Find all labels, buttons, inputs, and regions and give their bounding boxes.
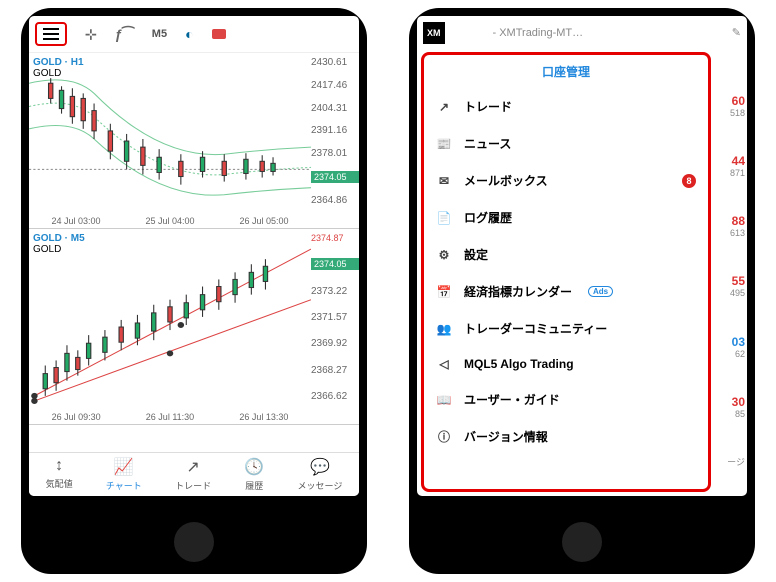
record-icon[interactable]	[212, 29, 226, 39]
history-icon: 🕓	[244, 457, 264, 477]
account-management-link[interactable]: 口座管理	[424, 55, 708, 88]
crosshair-icon[interactable]: ⊹	[85, 26, 97, 43]
menu-icon: 📄	[436, 211, 452, 225]
price-tag: 2374.05	[311, 258, 359, 270]
x-axis: 26 Jul 09:3026 Jul 11:3026 Jul 13:30	[29, 410, 311, 424]
chart-m5[interactable]: GOLD · M5GOLD	[29, 229, 359, 425]
menu-icon: 📅	[436, 285, 452, 299]
menu-item-1[interactable]: 📰 ニュース	[432, 125, 700, 162]
tab-messages[interactable]: 💬メッセージ	[298, 457, 343, 492]
background-quotes: 6051844871886135549503623085ージ	[717, 76, 745, 486]
menu-item-6[interactable]: 👥 トレーダーコミュニティー	[432, 310, 700, 347]
menu-label: メールボックス	[464, 172, 548, 189]
chart-icon: 📈	[114, 457, 134, 477]
menu-icon: 📖	[436, 393, 452, 407]
y-axis: 2374.87 2374.05 2373.222371.572369.92236…	[311, 229, 359, 406]
menu-item-5[interactable]: 📅 経済指標カレンダー Ads	[432, 273, 700, 310]
menu-label: トレード	[464, 98, 512, 115]
menu-icon: 👥	[436, 322, 452, 336]
menu-label: 設定	[464, 246, 488, 263]
side-menu: ↗ トレード 📰 ニュース ✉ メールボックス 8 📄 ログ履歴 ⚙ 設定 📅 経済指標カレンダー Ads…	[424, 88, 708, 455]
price-tag: 2374.05	[311, 171, 359, 183]
menu-item-0[interactable]: ↗ トレード	[432, 88, 700, 125]
menu-item-7[interactable]: ◁ MQL5 Algo Trading	[432, 347, 700, 381]
tab-trade[interactable]: ↗トレード	[175, 457, 211, 492]
edit-icon[interactable]: ✎	[732, 26, 741, 39]
menu-label: 経済指標カレンダー	[464, 283, 572, 300]
menu-icon[interactable]	[35, 22, 67, 46]
menu-label: MQL5 Algo Trading	[464, 357, 574, 371]
menu-label: ログ履歴	[464, 209, 512, 226]
ads-badge: Ads	[588, 286, 613, 297]
menu-label: ニュース	[464, 135, 511, 152]
menu-icon: ↗	[436, 100, 452, 114]
message-icon: 💬	[310, 457, 330, 477]
menu-icon: ◁	[436, 357, 452, 371]
menu-label: バージョン情報	[464, 428, 548, 445]
timeframe-selector[interactable]: M5	[152, 28, 167, 40]
app-title: - XMTrading-MT…	[493, 27, 584, 39]
menu-icon: ✉	[436, 174, 452, 188]
notification-badge: 8	[682, 174, 696, 188]
indicator-icon[interactable]: ƒ⁀	[115, 26, 134, 43]
tab-quotes[interactable]: ↕気配値	[46, 457, 73, 492]
sync-icon[interactable]: ◐	[185, 26, 193, 42]
menu-item-9[interactable]: ⓘ バージョン情報	[432, 418, 700, 455]
bottom-nav: ↕気配値 📈チャート ↗トレード 🕓履歴 💬メッセージ	[29, 452, 359, 496]
menu-highlight-box: 口座管理 ↗ トレード 📰 ニュース ✉ メールボックス 8 📄 ログ履歴 ⚙ 設定 📅 経済指標カレン…	[421, 52, 711, 492]
xm-logo: XM	[423, 22, 445, 44]
home-button[interactable]	[562, 522, 602, 562]
menu-icon: ⓘ	[436, 428, 452, 445]
x-axis: 24 Jul 03:0025 Jul 04:0026 Jul 05:00	[29, 214, 311, 228]
menu-header: XM - XMTrading-MT…	[417, 16, 747, 50]
menu-item-3[interactable]: 📄 ログ履歴	[432, 199, 700, 236]
menu-label: トレーダーコミュニティー	[464, 320, 607, 337]
menu-item-2[interactable]: ✉ メールボックス 8	[432, 162, 700, 199]
menu-item-4[interactable]: ⚙ 設定	[432, 236, 700, 273]
y-axis: 2430.612417.462404.312391.162378.01 2374…	[311, 53, 359, 210]
menu-icon: 📰	[436, 137, 452, 151]
tab-chart[interactable]: 📈チャート	[106, 457, 142, 492]
chart-h1[interactable]: GOLD · H1GOLD	[29, 53, 359, 229]
tab-history[interactable]: 🕓履歴	[244, 457, 264, 492]
menu-label: ユーザー・ガイド	[464, 391, 560, 408]
arrows-icon: ↕	[55, 457, 63, 475]
menu-icon: ⚙	[436, 248, 452, 262]
chart-toolbar: ⊹ ƒ⁀ M5 ◐	[29, 16, 359, 53]
trade-icon: ↗	[186, 457, 199, 477]
menu-item-8[interactable]: 📖 ユーザー・ガイド	[432, 381, 700, 418]
home-button[interactable]	[174, 522, 214, 562]
